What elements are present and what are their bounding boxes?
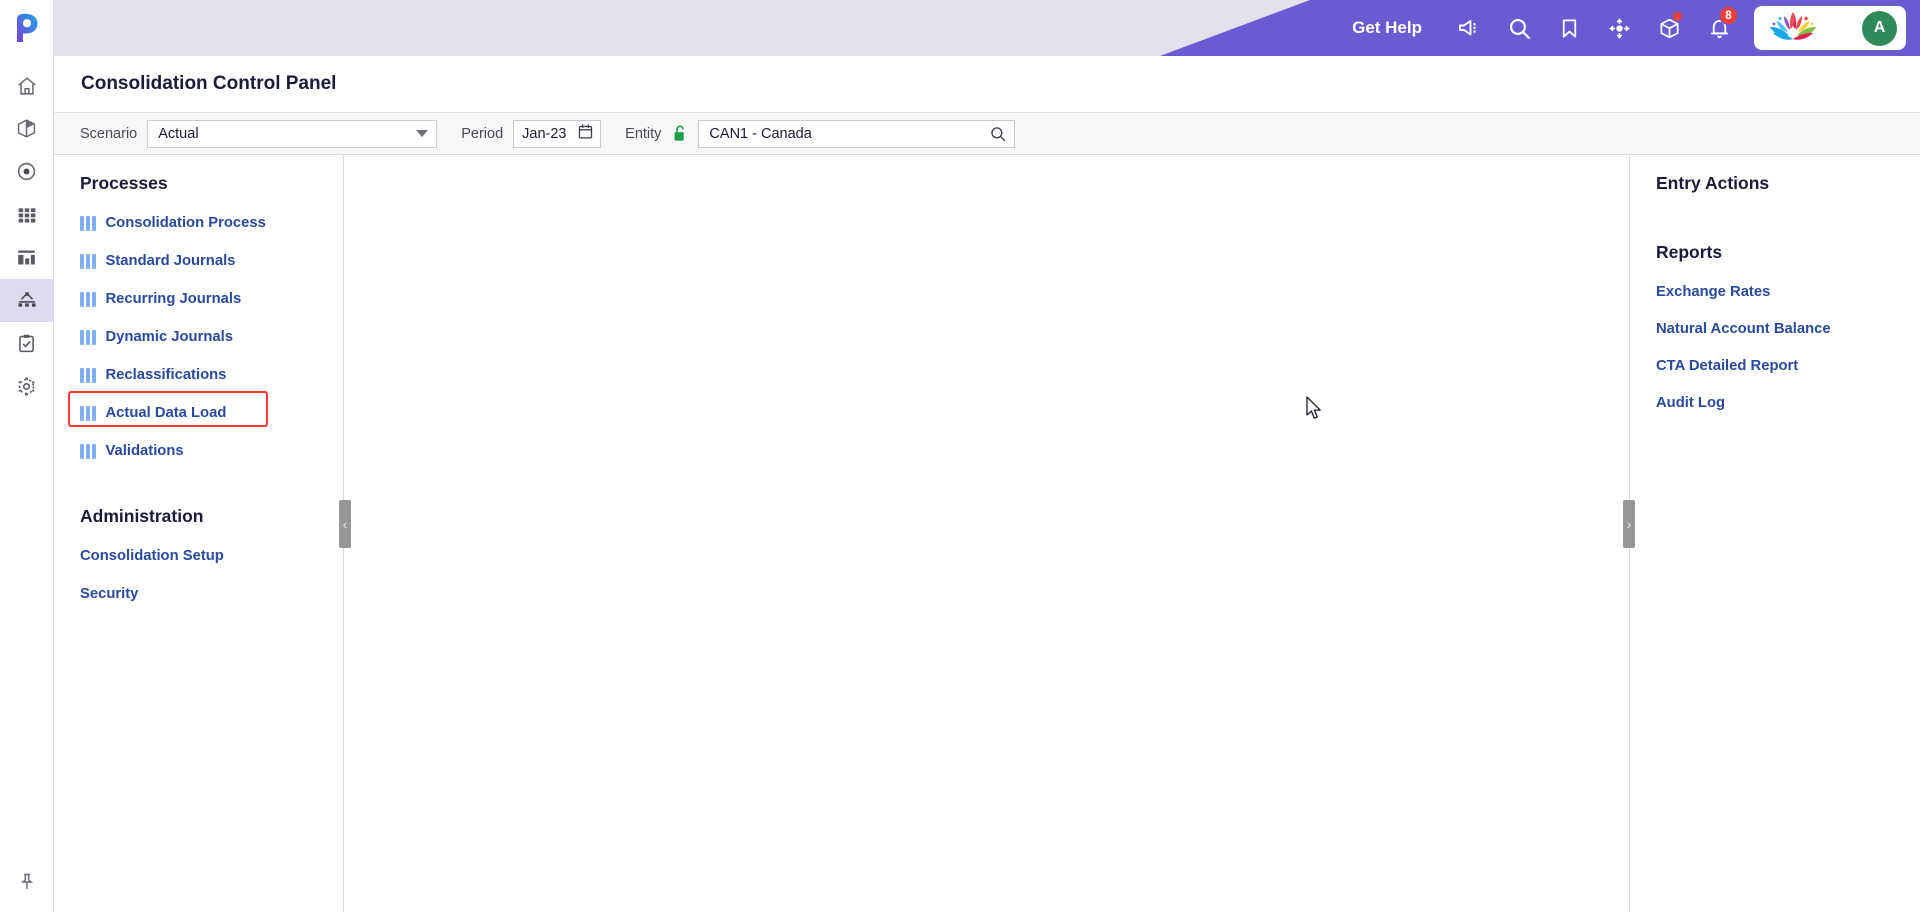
sidebar-item-reports[interactable] xyxy=(0,236,54,279)
scenario-select[interactable]: Actual xyxy=(147,119,438,148)
app-root: Get Help 8 A Consolidation Control Panel… xyxy=(0,0,1920,912)
bars-icon xyxy=(80,405,96,421)
menu-item-reclassifications[interactable]: Reclassifications xyxy=(54,356,343,394)
page-title: Consolidation Control Panel xyxy=(81,73,337,94)
menu-item-consolidation-setup[interactable]: Consolidation Setup xyxy=(54,537,343,575)
collapse-right-panel-handle[interactable]: › xyxy=(1623,500,1635,548)
period-value: Jan-23 xyxy=(522,125,567,142)
megaphone-icon[interactable] xyxy=(1444,0,1494,56)
menu-item-consolidation-process[interactable]: Consolidation Process xyxy=(54,204,343,242)
top-bar: Get Help 8 A xyxy=(54,0,1920,56)
brand-chip[interactable]: A xyxy=(1754,6,1906,50)
get-help-link[interactable]: Get Help xyxy=(1352,18,1422,38)
menu-item-label: Standard Journals xyxy=(105,253,236,269)
search-icon[interactable] xyxy=(989,125,1007,143)
crosshair-icon[interactable] xyxy=(1594,0,1644,56)
chevron-down-icon xyxy=(416,130,429,137)
reports-heading: Reports xyxy=(1656,242,1723,262)
bookmark-icon[interactable] xyxy=(1544,0,1594,56)
sidebar-item-tasks[interactable] xyxy=(0,322,54,365)
rail-item-list xyxy=(0,56,54,408)
bars-icon xyxy=(80,443,96,459)
bars-icon xyxy=(80,367,96,383)
menu-item-standard-journals[interactable]: Standard Journals xyxy=(54,242,343,280)
bars-icon xyxy=(80,329,96,345)
main-content-area xyxy=(345,155,1630,912)
report-link-cta-detailed-report[interactable]: CTA Detailed Report xyxy=(1630,347,1920,384)
sidebar-item-planning[interactable] xyxy=(0,150,54,193)
bars-icon xyxy=(80,215,96,231)
left-icon-rail xyxy=(0,0,54,912)
reports-list: Exchange Rates Natural Account Balance C… xyxy=(1630,263,1920,421)
bars-icon xyxy=(80,253,96,269)
period-label: Period xyxy=(461,125,504,142)
unlock-icon[interactable] xyxy=(671,124,688,143)
menu-item-validations[interactable]: Validations xyxy=(54,432,343,470)
menu-item-label: Recurring Journals xyxy=(105,291,242,307)
menu-item-actual-data-load[interactable]: Actual Data Load xyxy=(54,391,343,432)
sidebar-item-consolidation[interactable] xyxy=(0,279,54,322)
processes-panel: Processes Consolidation Process Standard… xyxy=(54,155,344,912)
lotus-flower-logo xyxy=(1762,9,1824,48)
sidebar-item-settings[interactable] xyxy=(0,365,54,408)
bars-icon xyxy=(80,291,96,307)
entity-value: CAN1 - Canada xyxy=(709,125,812,142)
page-title-bar: Consolidation Control Panel xyxy=(54,56,1920,113)
menu-item-dynamic-journals[interactable]: Dynamic Journals xyxy=(54,318,343,356)
collapse-left-panel-handle[interactable]: ‹ xyxy=(339,500,351,548)
body-region: Processes Consolidation Process Standard… xyxy=(54,155,1920,912)
menu-item-label: Consolidation Setup xyxy=(80,548,224,564)
processes-heading: Processes xyxy=(80,173,168,193)
scenario-value: Actual xyxy=(158,125,199,142)
search-icon[interactable] xyxy=(1494,0,1544,56)
administration-menu: Consolidation Setup Security xyxy=(54,527,343,613)
entry-actions-heading: Entry Actions xyxy=(1656,173,1770,193)
sidebar-item-home[interactable] xyxy=(0,64,54,107)
period-picker[interactable]: Jan-23 xyxy=(513,119,602,148)
sidebar-item-modeling[interactable] xyxy=(0,107,54,150)
cube-notification-dot xyxy=(1673,12,1682,21)
calendar-icon[interactable] xyxy=(577,123,594,144)
menu-item-label: Validations xyxy=(105,443,184,459)
menu-item-label: Dynamic Journals xyxy=(105,329,233,345)
actions-panel: Entry Actions Reports Exchange Rates Nat… xyxy=(1630,155,1920,912)
menu-item-label: Reclassifications xyxy=(105,367,227,383)
bell-icon[interactable]: 8 xyxy=(1694,0,1744,56)
entity-label: Entity xyxy=(625,125,662,142)
scenario-label: Scenario xyxy=(80,125,138,142)
pin-icon[interactable] xyxy=(0,852,54,912)
report-link-natural-account-balance[interactable]: Natural Account Balance xyxy=(1630,310,1920,347)
administration-heading: Administration xyxy=(80,506,204,526)
entity-search-input[interactable]: CAN1 - Canada xyxy=(698,119,1016,148)
processes-menu: Consolidation Process Standard Journals … xyxy=(54,194,343,470)
avatar[interactable]: A xyxy=(1862,10,1897,46)
notification-badge: 8 xyxy=(1719,6,1738,25)
app-logo[interactable] xyxy=(0,0,54,56)
top-bar-actions: Get Help 8 A xyxy=(1160,0,1920,56)
sidebar-item-grid[interactable] xyxy=(0,193,54,236)
menu-item-security[interactable]: Security xyxy=(54,575,343,613)
report-link-audit-log[interactable]: Audit Log xyxy=(1630,384,1920,421)
cube-icon[interactable] xyxy=(1644,0,1694,56)
menu-item-label: Consolidation Process xyxy=(105,215,266,231)
report-link-exchange-rates[interactable]: Exchange Rates xyxy=(1630,273,1920,310)
menu-item-recurring-journals[interactable]: Recurring Journals xyxy=(54,280,343,318)
menu-item-label: Actual Data Load xyxy=(105,405,227,421)
menu-item-label: Security xyxy=(80,586,139,602)
filter-bar: Scenario Actual Period Jan-23 Entity CAN… xyxy=(54,113,1920,155)
